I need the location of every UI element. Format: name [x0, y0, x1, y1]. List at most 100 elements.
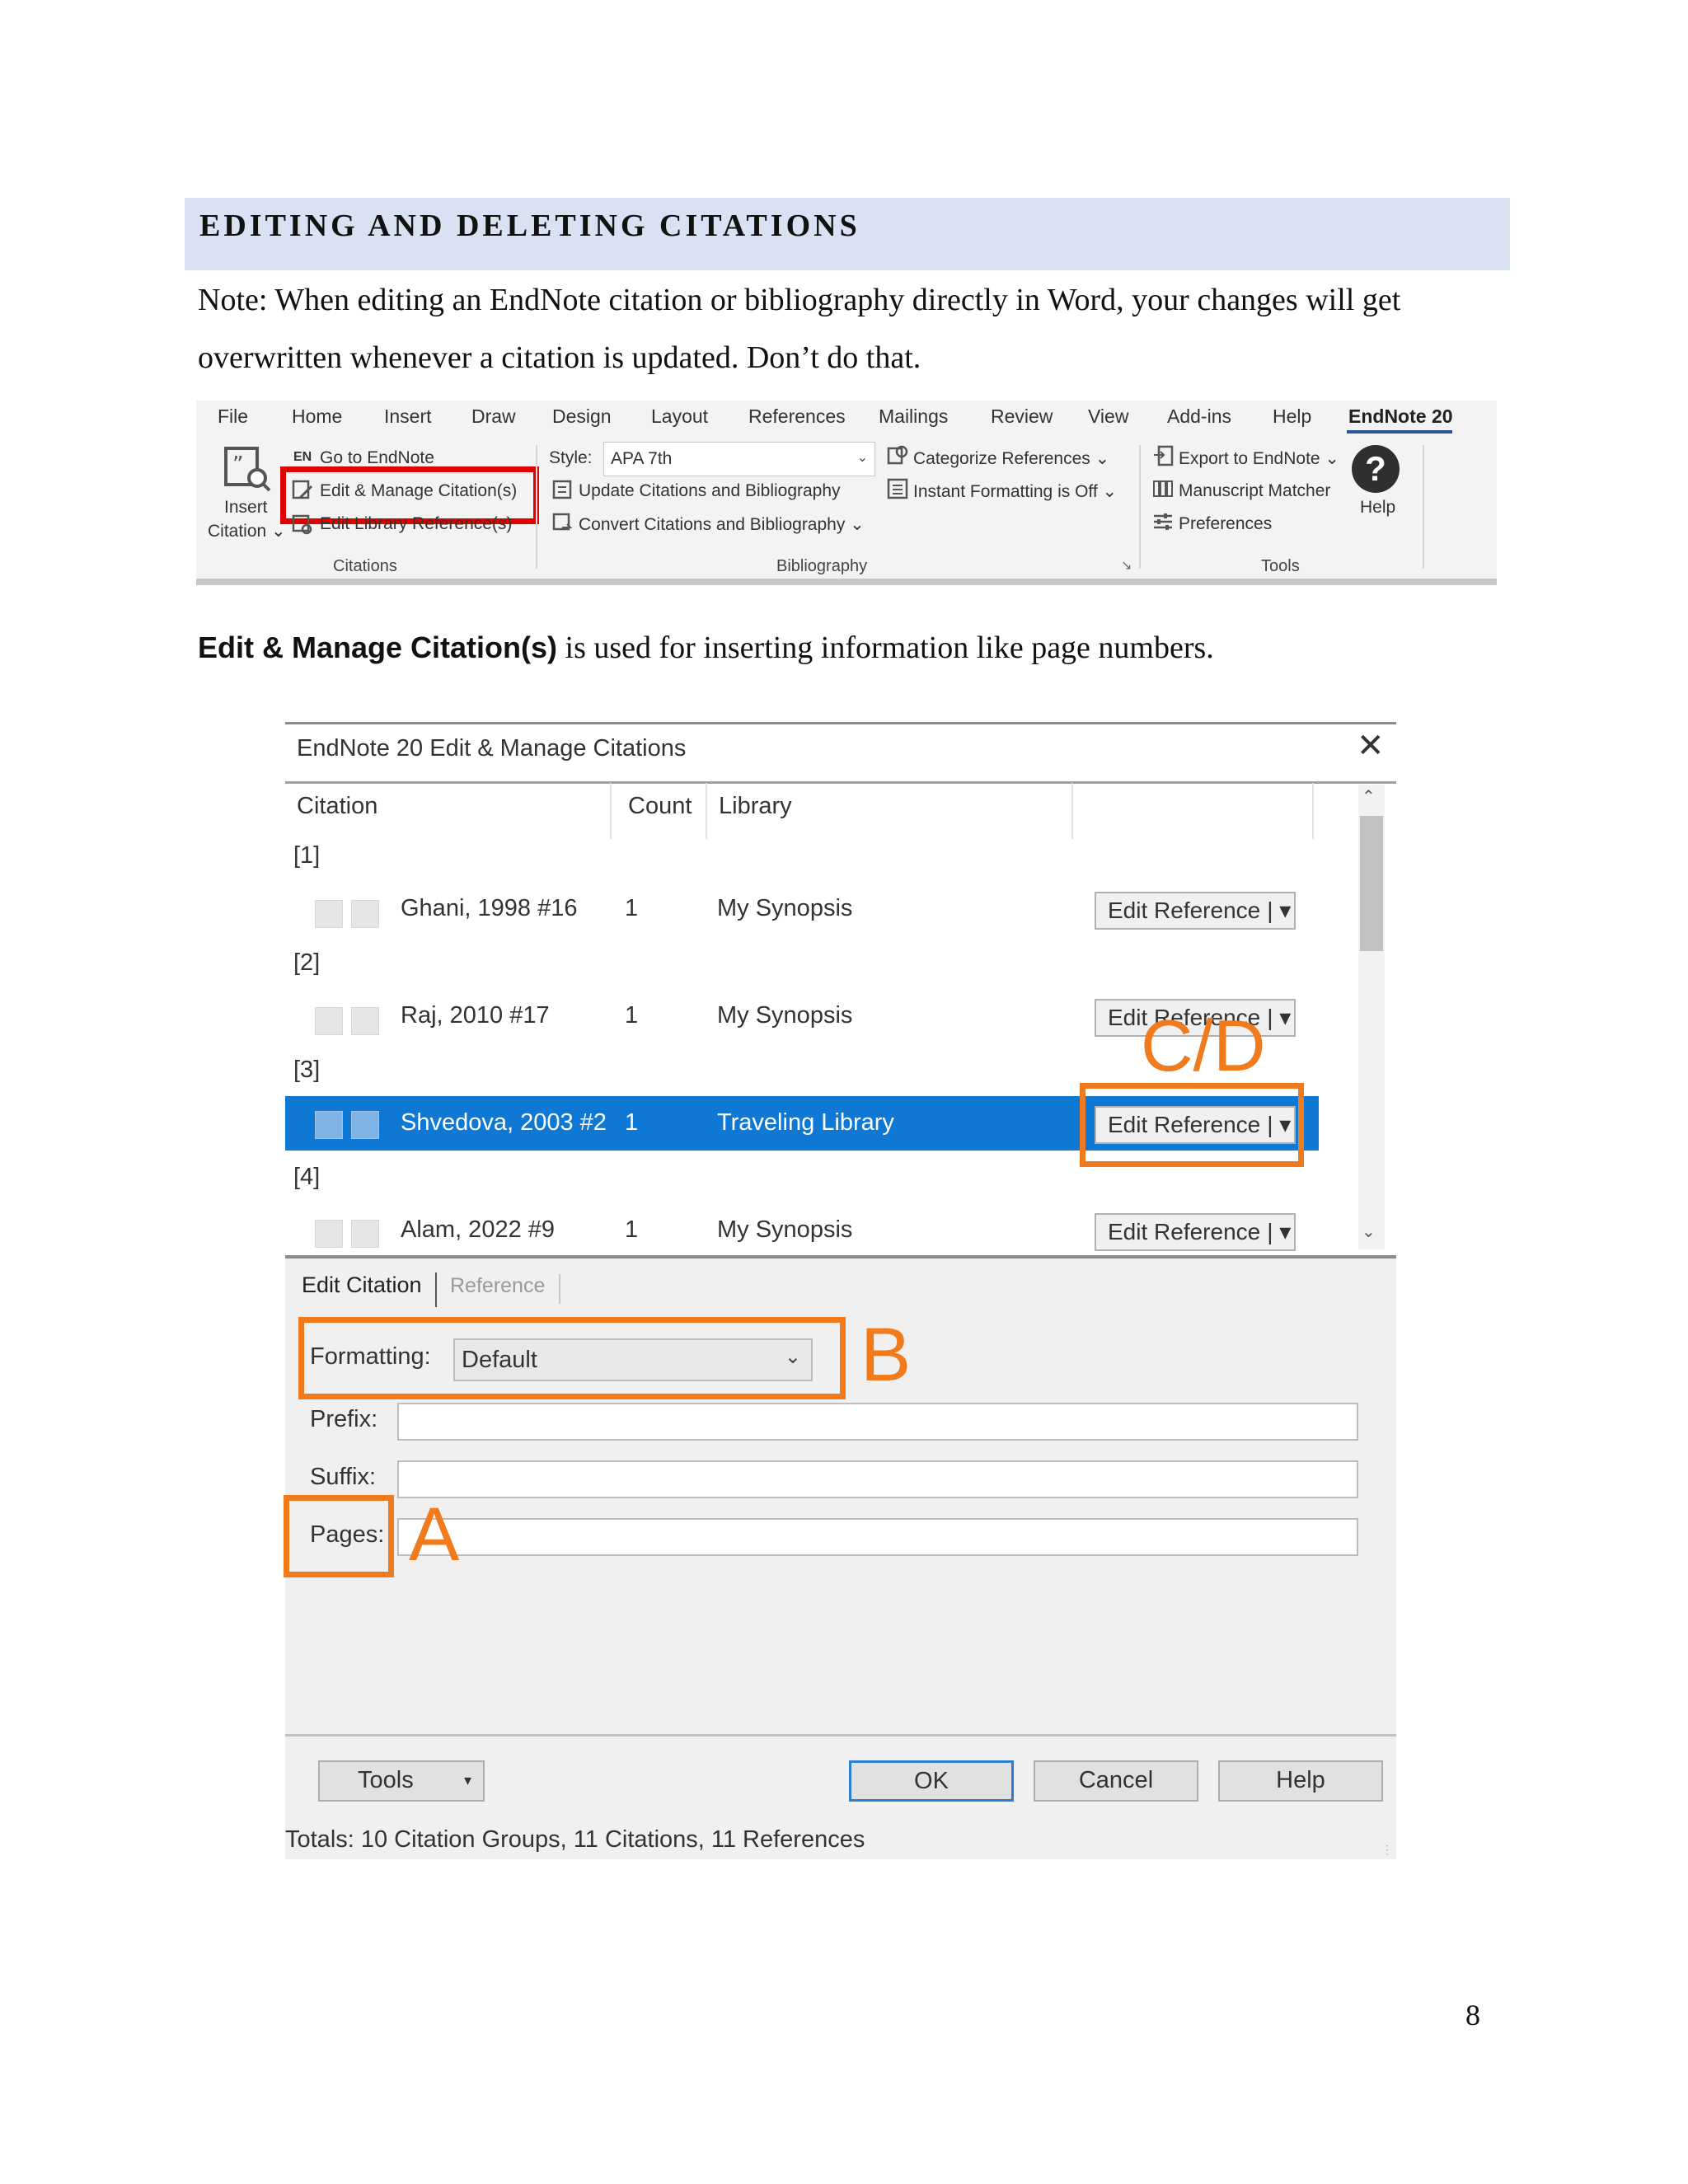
- citations-group-label: Citations: [333, 557, 397, 575]
- move-down-icon[interactable]: [351, 900, 379, 928]
- tab-review[interactable]: Review: [991, 405, 1053, 428]
- suffix-label: Suffix:: [310, 1464, 377, 1490]
- manuscript-matcher-icon: [1152, 478, 1174, 499]
- scroll-up-icon[interactable]: ⌃: [1362, 786, 1376, 807]
- edit-library-references[interactable]: Edit Library Reference(s): [320, 514, 512, 534]
- move-up-icon[interactable]: [315, 1007, 343, 1035]
- pages-field[interactable]: [397, 1518, 1358, 1556]
- prefix-label: Prefix:: [310, 1406, 378, 1432]
- edit-reference-button[interactable]: Edit Reference | ▾: [1095, 892, 1296, 930]
- count-cell: 1: [625, 1002, 639, 1029]
- update-citations-icon: [552, 480, 574, 501]
- move-down-icon[interactable]: [351, 1220, 379, 1248]
- tab-home[interactable]: Home: [292, 405, 342, 428]
- citation-cell: Shvedova, 2003 #2: [401, 1109, 607, 1136]
- preferences[interactable]: Preferences: [1179, 514, 1272, 534]
- group-separator: [1423, 445, 1424, 569]
- scroll-down-icon[interactable]: ⌄: [1362, 1221, 1376, 1242]
- dialog-launcher-icon[interactable]: ↘: [1121, 557, 1132, 574]
- convert-citations-bibliography[interactable]: Convert Citations and Bibliography ⌄: [579, 514, 865, 535]
- column-separator: [1071, 783, 1073, 839]
- totals-status: Totals: 10 Citation Groups, 11 Citations…: [285, 1826, 865, 1853]
- column-separator: [610, 783, 612, 839]
- close-icon[interactable]: ✕: [1357, 727, 1385, 765]
- move-down-icon[interactable]: [351, 1111, 379, 1139]
- insert-label[interactable]: Insert: [224, 498, 268, 518]
- tab-endnote-20[interactable]: EndNote 20: [1348, 405, 1453, 428]
- group-label: [1]: [293, 842, 321, 869]
- scrollbar-thumb[interactable]: [1360, 816, 1383, 951]
- tab-design[interactable]: Design: [552, 405, 612, 428]
- move-down-icon[interactable]: [351, 1007, 379, 1035]
- help-button[interactable]: Help: [1218, 1760, 1383, 1802]
- categorize-references[interactable]: Categorize References ⌄: [913, 448, 1109, 469]
- tab-reference[interactable]: Reference: [450, 1274, 545, 1298]
- tab-help[interactable]: Help: [1273, 405, 1311, 428]
- help-label[interactable]: Help: [1360, 498, 1395, 518]
- active-tab-underline: [1347, 430, 1452, 434]
- group-separator: [536, 445, 537, 569]
- categorize-icon: [887, 445, 908, 466]
- chevron-down-icon: ⌄: [856, 451, 868, 465]
- instant-formatting[interactable]: Instant Formatting is Off ⌄: [913, 481, 1117, 502]
- svg-text:”: ”: [232, 452, 243, 477]
- export-to-endnote[interactable]: Export to EndNote ⌄: [1179, 448, 1339, 469]
- tab-draw[interactable]: Draw: [471, 405, 516, 428]
- tools-button[interactable]: Tools ▾: [318, 1760, 485, 1802]
- tab-divider: [559, 1274, 560, 1304]
- manuscript-matcher[interactable]: Manuscript Matcher: [1179, 481, 1330, 501]
- edit-reference-button[interactable]: Edit Reference | ▾: [1095, 1213, 1296, 1251]
- move-up-icon[interactable]: [315, 1111, 343, 1139]
- move-up-icon[interactable]: [315, 900, 343, 928]
- move-up-icon[interactable]: [315, 1220, 343, 1248]
- count-cell: 1: [625, 1109, 639, 1136]
- tab-mailings[interactable]: Mailings: [879, 405, 948, 428]
- tab-insert[interactable]: Insert: [384, 405, 432, 428]
- note-line-2: overwritten whenever a citation is updat…: [198, 340, 921, 375]
- tab-add-ins[interactable]: Add-ins: [1167, 405, 1231, 428]
- split-dropdown-icon: | ▾: [1267, 898, 1292, 923]
- resize-grip-icon[interactable]: ⋮: [1381, 1843, 1393, 1857]
- group-label: [2]: [293, 949, 321, 976]
- caption: Edit & Manage Citation(s) is used for in…: [198, 630, 1214, 666]
- tab-view[interactable]: View: [1088, 405, 1128, 428]
- column-separator: [706, 783, 707, 839]
- tab-edit-citation[interactable]: Edit Citation: [302, 1272, 422, 1298]
- tab-references[interactable]: References: [748, 405, 846, 428]
- dropdown-arrow-icon: ▾: [463, 1772, 471, 1788]
- group-separator: [1139, 445, 1141, 569]
- citation-dropdown-label[interactable]: Citation ⌄: [208, 521, 286, 541]
- ok-button[interactable]: OK: [849, 1760, 1014, 1802]
- section-title: EDITING AND DELETING CITATIONS: [199, 209, 860, 243]
- column-header-library[interactable]: Library: [719, 793, 792, 820]
- tab-layout[interactable]: Layout: [651, 405, 708, 428]
- style-label: Style:: [549, 448, 593, 467]
- cancel-button[interactable]: Cancel: [1034, 1760, 1198, 1802]
- tab-file[interactable]: File: [218, 405, 248, 428]
- go-to-endnote[interactable]: Go to EndNote: [320, 448, 434, 468]
- dialog-title: EndNote 20 Edit & Manage Citations: [297, 735, 687, 762]
- insert-citation-icon[interactable]: ”: [223, 445, 272, 494]
- ribbon-bottom-bar: [196, 579, 1497, 585]
- citation-cell: Ghani, 1998 #16: [401, 895, 578, 921]
- prefix-field[interactable]: [397, 1403, 1358, 1441]
- edit-reference-label: Edit Reference: [1108, 1219, 1261, 1244]
- column-header-count[interactable]: Count: [628, 793, 692, 820]
- citation-cell: Alam, 2022 #9: [401, 1216, 556, 1243]
- endnote-logo-icon: EN: [293, 450, 312, 464]
- group-label: [4]: [293, 1164, 321, 1190]
- update-citations-bibliography[interactable]: Update Citations and Bibliography: [579, 481, 841, 501]
- count-cell: 1: [625, 1216, 639, 1243]
- library-cell: My Synopsis: [717, 1002, 853, 1029]
- tools-label: Tools: [358, 1767, 414, 1793]
- caption-bold: Edit & Manage Citation(s): [198, 630, 558, 664]
- citation-cell: Raj, 2010 #17: [401, 1002, 550, 1029]
- style-select[interactable]: APA 7th ⌄: [603, 442, 875, 476]
- library-cell: Traveling Library: [717, 1109, 894, 1136]
- annotation-box-b: [298, 1317, 846, 1399]
- suffix-field[interactable]: [397, 1460, 1358, 1498]
- help-question-icon[interactable]: ?: [1352, 445, 1400, 493]
- panel-divider: [285, 1734, 1396, 1736]
- group-label: [3]: [293, 1057, 321, 1083]
- column-header-citation[interactable]: Citation: [297, 793, 377, 820]
